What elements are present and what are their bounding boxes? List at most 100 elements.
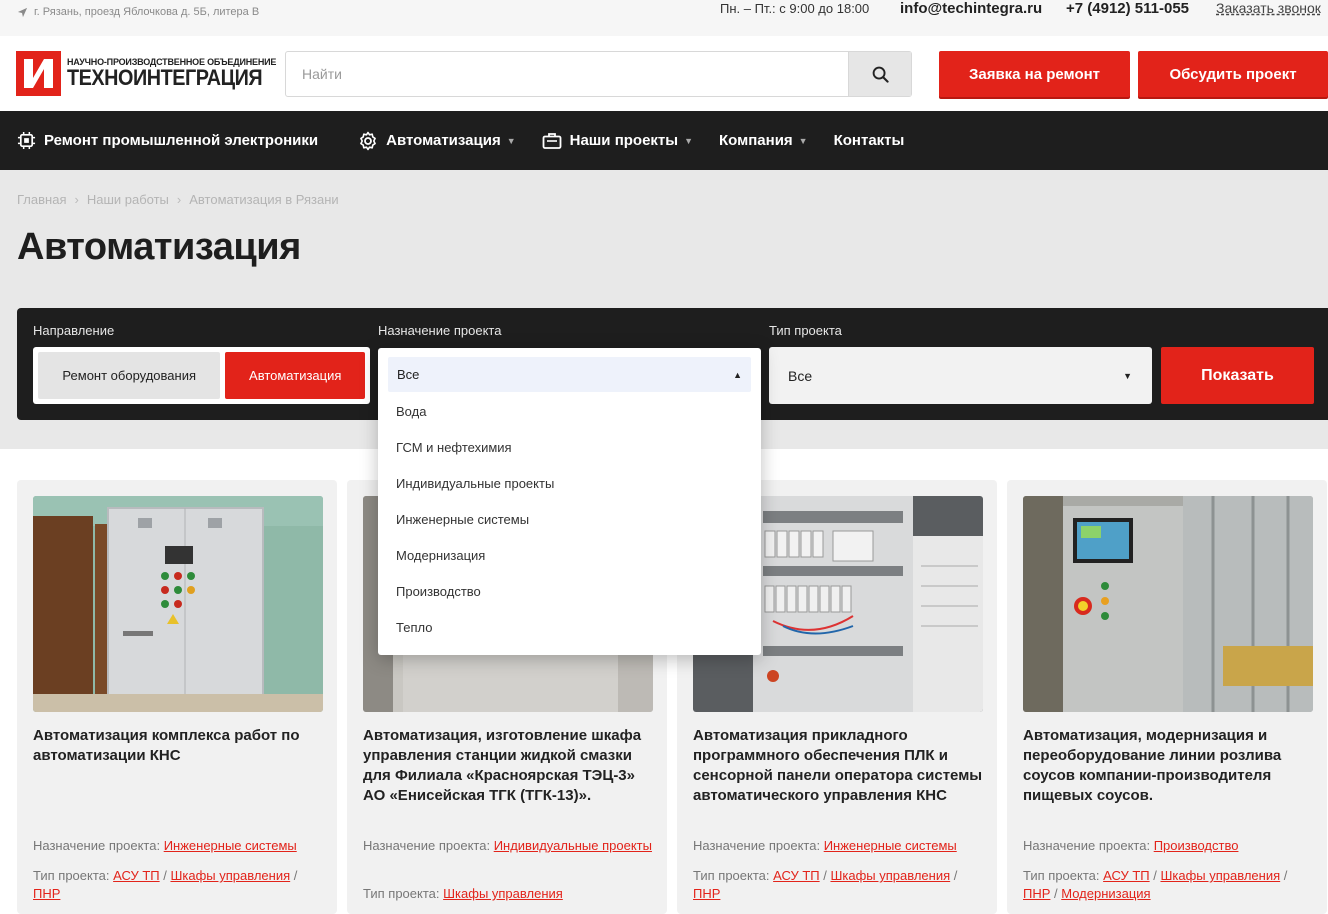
project-type: Тип проекта: АСУ ТП / Шкафы управления /… <box>33 868 298 901</box>
breadcrumb-separator-icon: › <box>176 192 182 207</box>
type-meta-label: Тип проекта: <box>33 868 110 883</box>
nav-item-company[interactable]: Компания ▼ <box>719 132 808 149</box>
repair-request-button[interactable]: Заявка на ремонт <box>939 51 1130 97</box>
page-title: Автоматизация <box>17 226 301 268</box>
purpose-label: Назначение проекта <box>378 323 502 338</box>
show-button[interactable]: Показать <box>1161 347 1314 404</box>
type-meta-label: Тип проекта: <box>693 868 770 883</box>
type-link[interactable]: Шкафы управления <box>830 868 950 883</box>
project-purpose: Назначение проекта: Инженерные системы <box>693 837 983 855</box>
direction-repair-button[interactable]: Ремонт оборудования <box>38 352 221 399</box>
type-link[interactable]: Шкафы управления <box>170 868 290 883</box>
direction-automation-button[interactable]: Автоматизация <box>225 352 365 399</box>
nav-item-label: Автоматизация <box>386 132 501 149</box>
purpose-meta-label: Назначение проекта: <box>693 838 821 853</box>
breadcrumb-works[interactable]: Наши работы <box>87 192 169 207</box>
purpose-meta-label: Назначение проекта: <box>33 838 161 853</box>
type-link[interactable]: ПНР <box>33 886 60 901</box>
chip-icon <box>17 131 36 150</box>
purpose-option[interactable]: Модернизация <box>388 537 751 573</box>
type-link[interactable]: АСУ ТП <box>113 868 160 883</box>
purpose-select[interactable]: Все ▲ <box>388 357 751 392</box>
type-link[interactable]: Шкафы управления <box>443 886 563 901</box>
search-icon <box>872 66 889 83</box>
type-link[interactable]: ПНР <box>1023 886 1050 901</box>
type-link[interactable]: Шкафы управления <box>1160 868 1280 883</box>
breadcrumb-current: Автоматизация в Рязани <box>189 192 339 207</box>
direction-toggle: Ремонт оборудования Автоматизация <box>33 347 370 404</box>
type-link[interactable]: АСУ ТП <box>773 868 820 883</box>
chevron-down-icon: ▼ <box>798 135 808 146</box>
type-meta-label: Тип проекта: <box>363 886 440 901</box>
project-title[interactable]: Автоматизация, модернизация и переоборуд… <box>1023 726 1313 806</box>
location-arrow-icon <box>17 7 28 17</box>
callback-link[interactable]: Заказать звонок <box>1216 0 1321 16</box>
purpose-selected-value: Все <box>397 367 420 382</box>
address: г. Рязань, проезд Яблочкова д. 5Б, литер… <box>17 6 259 18</box>
chevron-down-icon: ▼ <box>506 135 516 146</box>
purpose-link[interactable]: Инженерные системы <box>824 838 957 853</box>
email-link[interactable]: info@techintegra.ru <box>900 0 1042 17</box>
direction-label: Направление <box>33 323 115 338</box>
purpose-link[interactable]: Производство <box>1154 838 1239 853</box>
logo[interactable]: НАУЧНО-ПРОИЗВОДСТВЕННОЕ ОБЪЕДИНЕНИЕ ТЕХН… <box>16 51 284 96</box>
header: НАУЧНО-ПРОИЗВОДСТВЕННОЕ ОБЪЕДИНЕНИЕ ТЕХН… <box>0 36 1328 111</box>
breadcrumb: Главная › Наши работы › Автоматизация в … <box>17 192 339 207</box>
nav-item-label: Ремонт промышленной электроники <box>44 132 319 149</box>
purpose-option[interactable]: Индивидуальные проекты <box>388 465 751 501</box>
type-link[interactable]: АСУ ТП <box>1103 868 1150 883</box>
project-card[interactable]: Автоматизация комплекса работ по автомат… <box>17 480 337 914</box>
project-type-select[interactable]: Все ▼ <box>769 347 1152 404</box>
purpose-link[interactable]: Индивидуальные проекты <box>494 838 652 853</box>
project-card[interactable]: Автоматизация, модернизация и переоборуд… <box>1007 480 1327 914</box>
project-type-value: Все <box>788 367 813 384</box>
purpose-option[interactable]: Вода <box>388 393 751 429</box>
nav-item-automation[interactable]: Автоматизация ▼ <box>358 131 516 151</box>
project-purpose: Назначение проекта: Индивидуальные проек… <box>363 837 653 855</box>
search-button[interactable] <box>848 52 911 96</box>
chevron-down-icon: ▼ <box>684 135 694 146</box>
purpose-option[interactable]: ГСМ и нефтехимия <box>388 429 751 465</box>
phone-link[interactable]: +7 (4912) 511-055 <box>1066 0 1189 17</box>
purpose-link[interactable]: Инженерные системы <box>164 838 297 853</box>
project-photo[interactable] <box>1023 496 1313 712</box>
logo-mark-icon <box>16 51 61 96</box>
gear-icon <box>360 131 377 150</box>
type-label: Тип проекта <box>769 323 842 338</box>
purpose-option[interactable]: Инженерные системы <box>388 501 751 537</box>
project-title[interactable]: Автоматизация комплекса работ по автомат… <box>33 726 323 766</box>
type-meta-label: Тип проекта: <box>1023 868 1100 883</box>
purpose-dropdown: Все ▲ Вода ГСМ и нефтехимия Индивидуальн… <box>378 348 761 655</box>
purpose-meta-label: Назначение проекта: <box>1023 838 1151 853</box>
project-type: Тип проекта: АСУ ТП / Шкафы управления /… <box>1023 868 1288 901</box>
project-type: Тип проекта: Шкафы управления <box>363 885 653 903</box>
main-nav: Ремонт промышленной электроники Автомати… <box>0 111 1328 170</box>
search-bar <box>285 51 912 97</box>
project-type: Тип проекта: АСУ ТП / Шкафы управления /… <box>693 868 958 901</box>
project-title[interactable]: Автоматизация, изготовление шкафа управл… <box>363 726 653 806</box>
nav-item-projects[interactable]: Наши проекты ▼ <box>542 132 693 150</box>
caret-up-icon: ▲ <box>733 369 742 380</box>
project-purpose: Назначение проекта: Инженерные системы <box>33 837 323 855</box>
working-hours: Пн. – Пт.: с 9:00 до 18:00 <box>720 1 870 16</box>
breadcrumb-home[interactable]: Главная <box>17 192 66 207</box>
breadcrumb-separator-icon: › <box>74 192 79 207</box>
briefcase-icon <box>542 132 562 149</box>
discuss-project-button[interactable]: Обсудить проект <box>1138 51 1328 97</box>
type-link[interactable]: Модернизация <box>1061 886 1150 901</box>
purpose-option[interactable]: Производство <box>388 573 751 609</box>
project-purpose: Назначение проекта: Производство <box>1023 837 1313 855</box>
logo-name: ТЕХНОИНТЕГРАЦИЯ <box>67 65 263 90</box>
nav-item-contacts[interactable]: Контакты <box>834 132 905 149</box>
caret-down-icon: ▼ <box>1123 370 1132 381</box>
purpose-meta-label: Назначение проекта: <box>363 838 491 853</box>
type-link[interactable]: ПНР <box>693 886 720 901</box>
purpose-option[interactable]: Тепло <box>388 609 751 645</box>
nav-item-label: Контакты <box>833 132 905 149</box>
search-input[interactable] <box>286 52 848 96</box>
top-bar: г. Рязань, проезд Яблочкова д. 5Б, литер… <box>0 0 1328 36</box>
project-title[interactable]: Автоматизация прикладного программного о… <box>693 726 983 806</box>
nav-item-label: Компания <box>719 132 793 149</box>
project-photo[interactable] <box>33 496 323 712</box>
nav-item-repair[interactable]: Ремонт промышленной электроники <box>17 131 318 150</box>
